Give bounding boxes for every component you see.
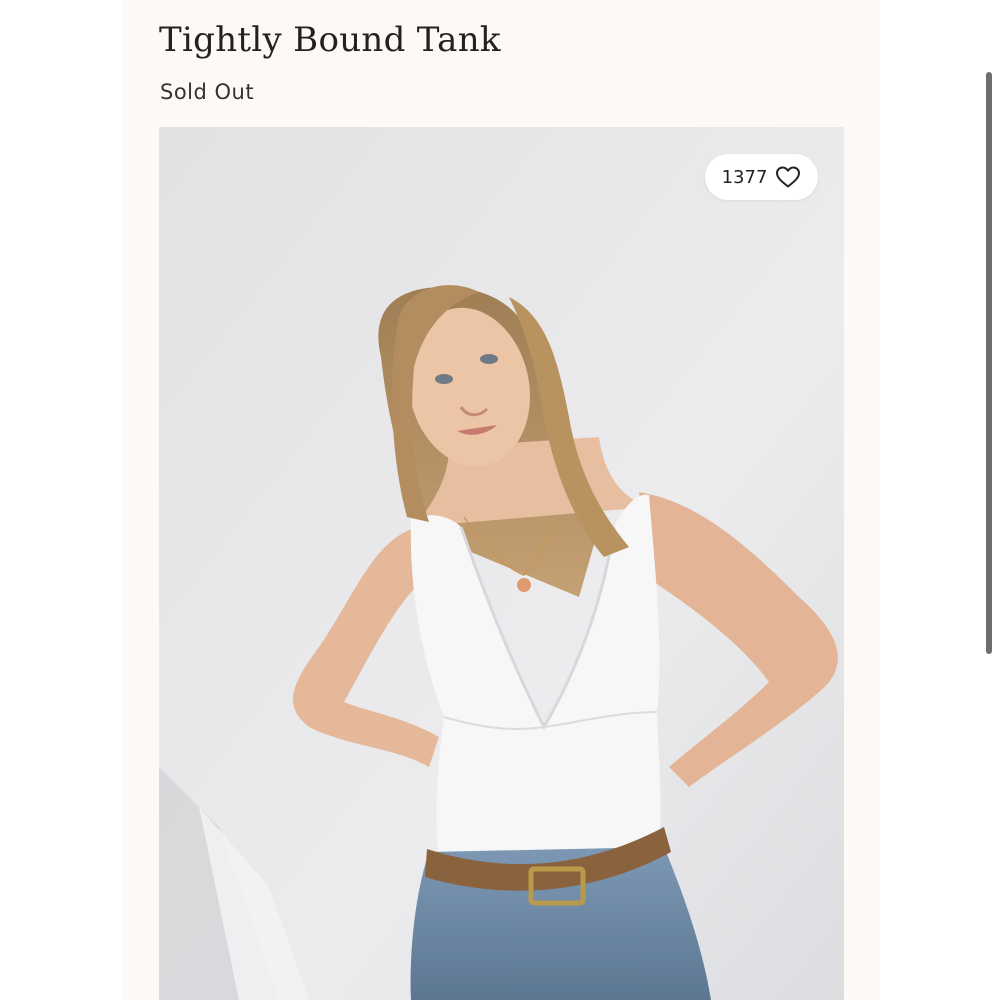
heart-icon: [776, 166, 801, 188]
scrollbar[interactable]: [986, 72, 992, 654]
like-count: 1377: [721, 166, 768, 188]
model-photo: [159, 127, 844, 1000]
stock-status: Sold Out: [160, 80, 255, 104]
product-page: Tightly Bound Tank Sold Out 1377: [122, 0, 880, 1000]
like-button[interactable]: 1377: [705, 154, 818, 200]
product-image[interactable]: 1377: [159, 127, 844, 1000]
product-title: Tightly Bound Tank: [159, 20, 501, 60]
